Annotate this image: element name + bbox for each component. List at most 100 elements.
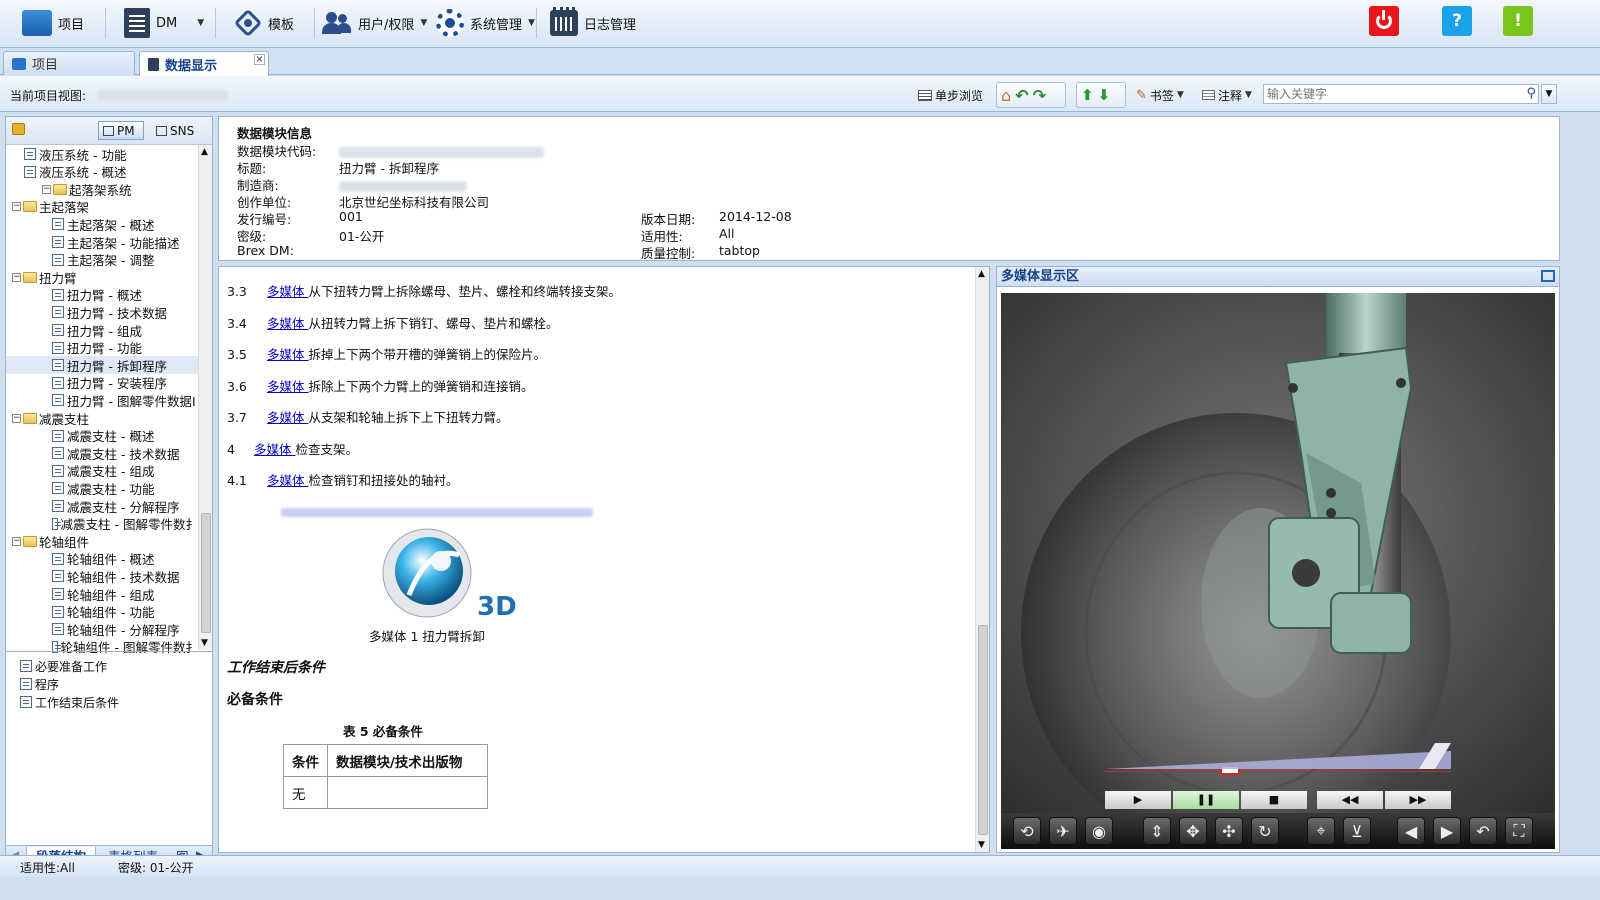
user-permission-menu-button[interactable]: 用户/权限 ▼ bbox=[322, 6, 427, 40]
tree-leaf[interactable]: 液压系统 - 功能 bbox=[6, 145, 198, 163]
outline-item[interactable]: 程序 bbox=[20, 675, 59, 693]
tree-leaf[interactable]: 减震支柱 - 组成 bbox=[6, 462, 198, 480]
search-dropdown-button[interactable]: ▼ bbox=[1541, 84, 1557, 104]
power-button[interactable] bbox=[1369, 6, 1399, 36]
tree-leaf[interactable]: 扭力臂 - 安装程序 bbox=[6, 374, 198, 392]
pm-toggle-button[interactable]: PM bbox=[98, 121, 144, 140]
tree-folder[interactable]: − 主起落架 bbox=[6, 198, 198, 216]
outline-item[interactable]: 必要准备工作 bbox=[20, 657, 107, 675]
collapse-icon[interactable]: − bbox=[12, 202, 21, 212]
fast-forward-button[interactable]: ▶▶ bbox=[1385, 791, 1451, 809]
tree-leaf[interactable]: 轮轴组件 - 功能 bbox=[6, 603, 198, 621]
walk-tool-button[interactable]: ⟲ bbox=[1013, 817, 1041, 845]
multimedia-link[interactable]: 多媒体 bbox=[267, 379, 308, 394]
help-button[interactable]: ? bbox=[1442, 6, 1472, 36]
blurred-link[interactable] bbox=[281, 505, 593, 519]
tree-leaf[interactable]: 扭力臂 - 图解零件数据I bbox=[6, 391, 198, 409]
multimedia-link[interactable]: 多媒体 bbox=[267, 347, 308, 362]
undo-view-button[interactable]: ↶ bbox=[1469, 817, 1497, 845]
project-menu-button[interactable]: 项目 bbox=[22, 6, 84, 40]
multimedia-link[interactable]: 多媒体 bbox=[267, 410, 308, 425]
scroll-up-icon[interactable]: ▲ bbox=[201, 147, 208, 157]
tree-leaf[interactable]: 轮轴组件 - 组成 bbox=[6, 585, 198, 603]
multimedia-thumbnail[interactable]: 3D bbox=[379, 525, 529, 622]
scroll-up-icon[interactable]: ▲ bbox=[978, 269, 985, 279]
tree-folder[interactable]: − 扭力臂 bbox=[6, 268, 198, 286]
tree-leaf[interactable]: 主起落架 - 概述 bbox=[6, 215, 198, 233]
bookmark-menu-button[interactable]: ✎ 书签 ▼ bbox=[1136, 85, 1184, 105]
multimedia-link[interactable]: 多媒体 bbox=[267, 316, 308, 331]
log-management-button[interactable]: 日志管理 bbox=[550, 6, 636, 40]
tree-scrollbar[interactable]: ▲ ▼ bbox=[198, 145, 212, 650]
tree-folder[interactable]: − 起落架系统 bbox=[6, 180, 198, 198]
forward-icon[interactable]: ↷ bbox=[1033, 86, 1046, 105]
tree-leaf[interactable]: 减震支柱 - 功能 bbox=[6, 479, 198, 497]
fit-view-button[interactable]: ⛶ bbox=[1505, 817, 1533, 845]
animation-timeline[interactable] bbox=[1105, 771, 1451, 775]
template-button[interactable]: 模板 bbox=[233, 6, 294, 40]
tree-leaf[interactable]: 减震支柱 - 图解零件数扌 bbox=[6, 515, 198, 533]
close-icon[interactable]: × bbox=[254, 54, 265, 65]
fly-tool-button[interactable]: ✈ bbox=[1049, 817, 1077, 845]
tree-leaf[interactable]: 液压系统 - 概述 bbox=[6, 163, 198, 181]
play-button[interactable]: ▶ bbox=[1105, 791, 1171, 809]
tree-leaf[interactable]: 减震支柱 - 概述 bbox=[6, 427, 198, 445]
single-step-button[interactable]: 单步浏览 bbox=[918, 85, 983, 105]
multimedia-link[interactable]: 多媒体 bbox=[267, 284, 308, 299]
tab-project[interactable]: 项目 bbox=[3, 51, 135, 75]
scrollbar-thumb[interactable] bbox=[201, 513, 211, 633]
content-media-splitter[interactable] bbox=[990, 266, 996, 853]
tree-leaf[interactable]: 减震支柱 - 技术数据 bbox=[6, 444, 198, 462]
collapse-icon[interactable]: − bbox=[12, 536, 21, 546]
scroll-down-icon[interactable]: ▼ bbox=[978, 840, 985, 850]
search-input[interactable] bbox=[1264, 85, 1520, 103]
back-icon[interactable]: ↶ bbox=[1015, 86, 1028, 105]
home-icon[interactable]: ⌂ bbox=[1001, 86, 1011, 105]
rotate-tool-button[interactable]: ↻ bbox=[1251, 817, 1279, 845]
tree-leaf[interactable]: 主起落架 - 功能描述 bbox=[6, 233, 198, 251]
vertical-splitter[interactable] bbox=[213, 116, 218, 854]
system-management-menu-button[interactable]: 系统管理 ▼ bbox=[436, 6, 535, 40]
tree-leaf[interactable]: 减震支柱 - 分解程序 bbox=[6, 497, 198, 515]
tree-folder[interactable]: − 减震支柱 bbox=[6, 409, 198, 427]
tree-folder[interactable]: − 轮轴组件 bbox=[6, 532, 198, 550]
maximize-icon[interactable] bbox=[1541, 270, 1555, 282]
previous-view-button[interactable]: ◀ bbox=[1397, 817, 1425, 845]
pause-button[interactable]: ❚❚ bbox=[1173, 791, 1239, 809]
tree-leaf[interactable]: 扭力臂 - 功能 bbox=[6, 339, 198, 357]
speed-wedge[interactable] bbox=[1105, 741, 1451, 771]
center-tool-button[interactable]: ⌖ bbox=[1307, 817, 1335, 845]
look-tool-button[interactable]: ◉ bbox=[1085, 817, 1113, 845]
arrow-up-icon[interactable]: ⬆ bbox=[1081, 86, 1094, 104]
collapse-icon[interactable]: − bbox=[12, 272, 21, 282]
dm-menu-button[interactable]: DM ▼ bbox=[124, 6, 204, 40]
search-icon[interactable]: ⚲ bbox=[1526, 86, 1536, 101]
collapse-icon[interactable]: − bbox=[42, 184, 51, 194]
tree-leaf[interactable]: 主起落架 - 调整 bbox=[6, 251, 198, 269]
annotation-menu-button[interactable]: 注释 ▼ bbox=[1202, 85, 1252, 105]
tree-leaf[interactable]: 轮轴组件 - 图解零件数扌 bbox=[6, 638, 198, 656]
tree-leaf[interactable]: 扭力臂 - 拆卸程序 bbox=[6, 356, 198, 375]
spin-tool-button[interactable]: ✣ bbox=[1215, 817, 1243, 845]
multimedia-link[interactable]: 多媒体 bbox=[254, 442, 295, 457]
alert-button[interactable]: ! bbox=[1503, 6, 1533, 36]
tree-leaf[interactable]: 扭力臂 - 概述 bbox=[6, 286, 198, 304]
tree-leaf[interactable]: 轮轴组件 - 技术数据 bbox=[6, 567, 198, 585]
tree-leaf[interactable]: 扭力臂 - 组成 bbox=[6, 321, 198, 339]
tab-data-display[interactable]: 数据显示 × bbox=[139, 51, 269, 76]
sns-toggle-button[interactable]: SNS bbox=[156, 121, 206, 140]
rewind-button[interactable]: ◀◀ bbox=[1317, 791, 1383, 809]
arrow-down-icon[interactable]: ⬇ bbox=[1098, 86, 1111, 104]
scroll-down-icon[interactable]: ▼ bbox=[201, 638, 208, 648]
content-scrollbar[interactable]: ▲ ▼ bbox=[975, 267, 989, 852]
outline-item[interactable]: 工作结束后条件 bbox=[20, 693, 119, 711]
tree-leaf[interactable]: 轮轴组件 - 概述 bbox=[6, 550, 198, 568]
multimedia-link[interactable]: 多媒体 bbox=[267, 473, 308, 488]
collapse-icon[interactable]: − bbox=[12, 413, 21, 423]
scrollbar-thumb[interactable] bbox=[978, 625, 988, 835]
level-tool-button[interactable]: ⊻ bbox=[1343, 817, 1371, 845]
tree-leaf[interactable]: 扭力臂 - 技术数据 bbox=[6, 303, 198, 321]
next-view-button[interactable]: ▶ bbox=[1433, 817, 1461, 845]
tree-leaf[interactable]: 轮轴组件 - 分解程序 bbox=[6, 620, 198, 638]
zoom-tool-button[interactable]: ⇕ bbox=[1143, 817, 1171, 845]
